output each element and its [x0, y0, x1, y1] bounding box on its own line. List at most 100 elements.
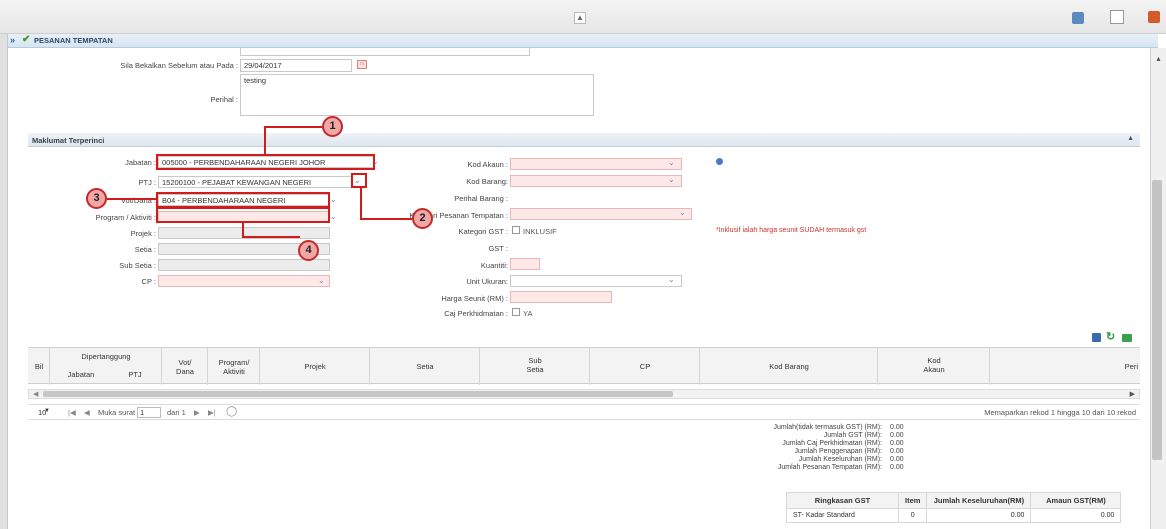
col-projek[interactable]: Projek [260, 362, 370, 371]
gst-label: GST : [488, 244, 508, 253]
lock-icon[interactable] [1072, 12, 1084, 24]
scroll-up-icon[interactable]: ▲ [1155, 56, 1162, 63]
collapse-icon[interactable]: ▲ [574, 12, 586, 24]
gst-col-amaun[interactable]: Amaun GST(RM) [1030, 492, 1122, 509]
last-page-icon[interactable]: ▶| [208, 408, 216, 417]
col-subsetia[interactable]: Sub Setia [480, 356, 590, 374]
scroll-right-icon[interactable]: ▶ [1130, 390, 1135, 398]
kod-akaun-chevron-icon[interactable]: ⌄ [668, 158, 675, 167]
h-scroll-thumb[interactable] [43, 391, 673, 397]
kod-barang-select[interactable] [510, 175, 682, 187]
callout-2: 2 [412, 208, 433, 229]
kuantiti-input[interactable] [510, 258, 540, 270]
summary-label: Jumlah GST (RM): [823, 432, 882, 439]
section-header[interactable]: Maklumat Terperinci ▲ [28, 133, 1140, 147]
kod-akaun-label: Kod Akaun : [467, 160, 508, 169]
subsetia-select[interactable] [158, 259, 330, 271]
summary-value: 0.00 [890, 464, 904, 471]
col-peri[interactable]: Peri [1108, 362, 1138, 371]
pager: 10 ▼ |◀ ◀ Muka surat 1 dari 1 ▶ ▶| ◯ Mem… [28, 404, 1140, 420]
col-bil[interactable]: Bil [30, 362, 48, 371]
ya-label: YA [523, 309, 533, 318]
collapse-section-icon[interactable]: ▲ [1127, 135, 1134, 142]
muka-surat-label: Muka surat [98, 408, 136, 417]
dari-label: dari 1 [167, 408, 186, 417]
cp-select[interactable] [158, 275, 330, 287]
summary-label: Jumlah(tidak termasuk GST) (RM): [773, 424, 882, 431]
jabatan-label: Jabatan : [125, 158, 156, 167]
callout-3: 3 [86, 188, 107, 209]
calendar-picker-icon[interactable]: □ [357, 60, 367, 69]
highlight-program [156, 207, 330, 223]
kod-barang-chevron-icon[interactable]: ⌄ [668, 175, 675, 184]
prev-page-icon[interactable]: ◀ [84, 408, 90, 417]
col-setia[interactable]: Setia [370, 362, 480, 371]
kod-akaun-select[interactable] [510, 158, 682, 170]
horizontal-scrollbar[interactable]: ◀ ▶ [28, 389, 1140, 399]
info-icon[interactable] [716, 158, 723, 165]
next-page-icon[interactable]: ▶ [194, 408, 200, 417]
col-dipertanggung: Dipertanggung [81, 352, 131, 361]
callout-1: 1 [322, 116, 343, 137]
top-toolbar: ▲ [0, 0, 1166, 34]
summary-label: Jumlah Keseluruhan (RM): [798, 456, 882, 463]
summary-value: 0.00 [890, 424, 904, 431]
connector-4v [242, 223, 244, 237]
kategori-chevron-icon[interactable]: ⌄ [679, 208, 686, 217]
col-kod-akaun[interactable]: Kod Akaun [878, 356, 990, 374]
gst-cell-amaun: 0.00 [1030, 508, 1122, 523]
summary-label: Jumlah Pesanan Tempatan (RM): [777, 464, 882, 471]
page-size-select[interactable]: 10 [38, 408, 62, 417]
setia-label: Setia : [134, 245, 156, 254]
scroll-left-icon[interactable]: ◀ [33, 390, 38, 398]
kategori-select[interactable] [510, 208, 692, 220]
program-label: Program / Aktiviti : [95, 213, 156, 222]
sila-date-input[interactable]: 29/04/2017 [240, 59, 352, 72]
unit-chevron-icon[interactable]: ⌄ [668, 275, 675, 284]
kuantiti-label: Kuantiti: [480, 261, 508, 270]
vot-chevron-icon[interactable]: ⌄ [330, 195, 337, 204]
connector-1 [264, 126, 266, 154]
summary-value: 0.00 [890, 432, 904, 439]
unit-select[interactable] [510, 275, 682, 287]
program-chevron-icon[interactable]: ⌄ [330, 212, 337, 221]
refresh-icon[interactable]: ↻ [1106, 330, 1115, 343]
page-input[interactable]: 1 [137, 407, 161, 418]
col-kod-barang[interactable]: Kod Barang [700, 362, 878, 371]
page-size-chevron-icon[interactable]: ▼ [44, 408, 50, 414]
caj-checkbox[interactable] [512, 308, 520, 316]
caj-label: Caj Perkhidmatan : [444, 309, 508, 318]
window-title: PESANAN TEMPATAN [34, 36, 113, 45]
reload-icon[interactable]: ◯ [226, 406, 237, 417]
highlight-vot [156, 192, 330, 208]
calendar-icon[interactable] [1110, 10, 1124, 24]
gst-note: *Inklusif ialah harga seunit SUDAH terma… [716, 227, 867, 234]
gst-table-header: Ringkasan GST Item Jumlah Keseluruhan(RM… [786, 492, 1122, 509]
col-program[interactable]: Program/ Aktiviti [208, 358, 260, 376]
col-jabatan[interactable]: Jabatan [54, 370, 108, 379]
callout-4: 4 [298, 240, 319, 261]
unit-label: Unit Ukuran: [466, 277, 508, 286]
col-cp[interactable]: CP [590, 362, 700, 371]
left-frame [0, 34, 8, 529]
gst-col-jumlah[interactable]: Jumlah Keseluruhan(RM) [926, 492, 1032, 509]
connector-2h [360, 218, 412, 220]
ptj-select[interactable]: 15200100 - PEJABAT KEWANGAN NEGERI [158, 176, 352, 188]
perihal-textarea[interactable]: testing [240, 74, 594, 116]
save-icon[interactable] [1092, 333, 1101, 342]
scroll-thumb[interactable] [1152, 180, 1162, 460]
export-icon[interactable] [1122, 334, 1132, 342]
col-vot[interactable]: Vot/ Dana [162, 358, 208, 376]
gst-table-row: ST- Kadar Standard 0 0.00 0.00 [786, 508, 1122, 523]
gst-col-ringkasan[interactable]: Ringkasan GST [786, 492, 899, 509]
expand-icon[interactable]: » [10, 35, 15, 45]
inklusif-checkbox[interactable] [512, 226, 520, 234]
col-ptj[interactable]: PTJ [108, 370, 162, 379]
logout-icon[interactable] [1148, 11, 1160, 23]
connector-4h [242, 236, 300, 238]
first-page-icon[interactable]: |◀ [68, 408, 76, 417]
gst-summary-table: Ringkasan GST Item Jumlah Keseluruhan(RM… [786, 492, 1122, 523]
cp-chevron-icon[interactable]: ⌄ [318, 276, 325, 285]
gst-col-item[interactable]: Item [897, 492, 928, 509]
harga-input[interactable] [510, 291, 612, 303]
